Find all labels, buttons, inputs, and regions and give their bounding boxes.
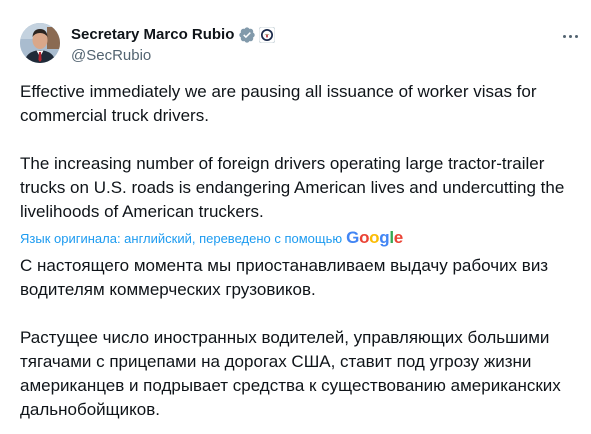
translated-paragraph: Растущее число иностранных водителей, уп… (20, 328, 561, 419)
more-dot-icon (574, 34, 578, 38)
avatar[interactable] (20, 23, 60, 63)
author-handle[interactable]: @SecRubio (71, 46, 275, 66)
google-logo: Google (346, 228, 403, 247)
tweet-header: Secretary Marco Rubio @SecRubio (71, 25, 276, 66)
tweet-card: Secretary Marco Rubio @SecRubio Effectiv… (0, 0, 591, 434)
verified-badge-icon[interactable] (238, 26, 256, 44)
author-display-name[interactable]: Secretary Marco Rubio (71, 25, 234, 45)
more-dot-icon (562, 34, 566, 38)
tweet-paragraph: The increasing number of foreign drivers… (20, 154, 565, 221)
government-seal-icon[interactable] (258, 26, 276, 44)
translated-paragraph: С настоящего момента мы приостанавливаем… (20, 256, 549, 299)
avatar-photo (20, 23, 60, 63)
tweet-paragraph: Effective immediately we are pausing all… (20, 82, 537, 125)
name-row: Secretary Marco Rubio (71, 25, 276, 45)
more-options-icon[interactable] (560, 26, 580, 46)
more-dot-icon (568, 34, 572, 38)
translated-body: С настоящего момента мы приостанавливаем… (20, 254, 580, 422)
translation-attribution[interactable]: Язык оригинала: английский, переведено с… (20, 228, 403, 248)
translation-note-text: Язык оригинала: английский, переведено с… (20, 230, 343, 246)
tweet-body: Effective immediately we are pausing all… (20, 80, 580, 224)
